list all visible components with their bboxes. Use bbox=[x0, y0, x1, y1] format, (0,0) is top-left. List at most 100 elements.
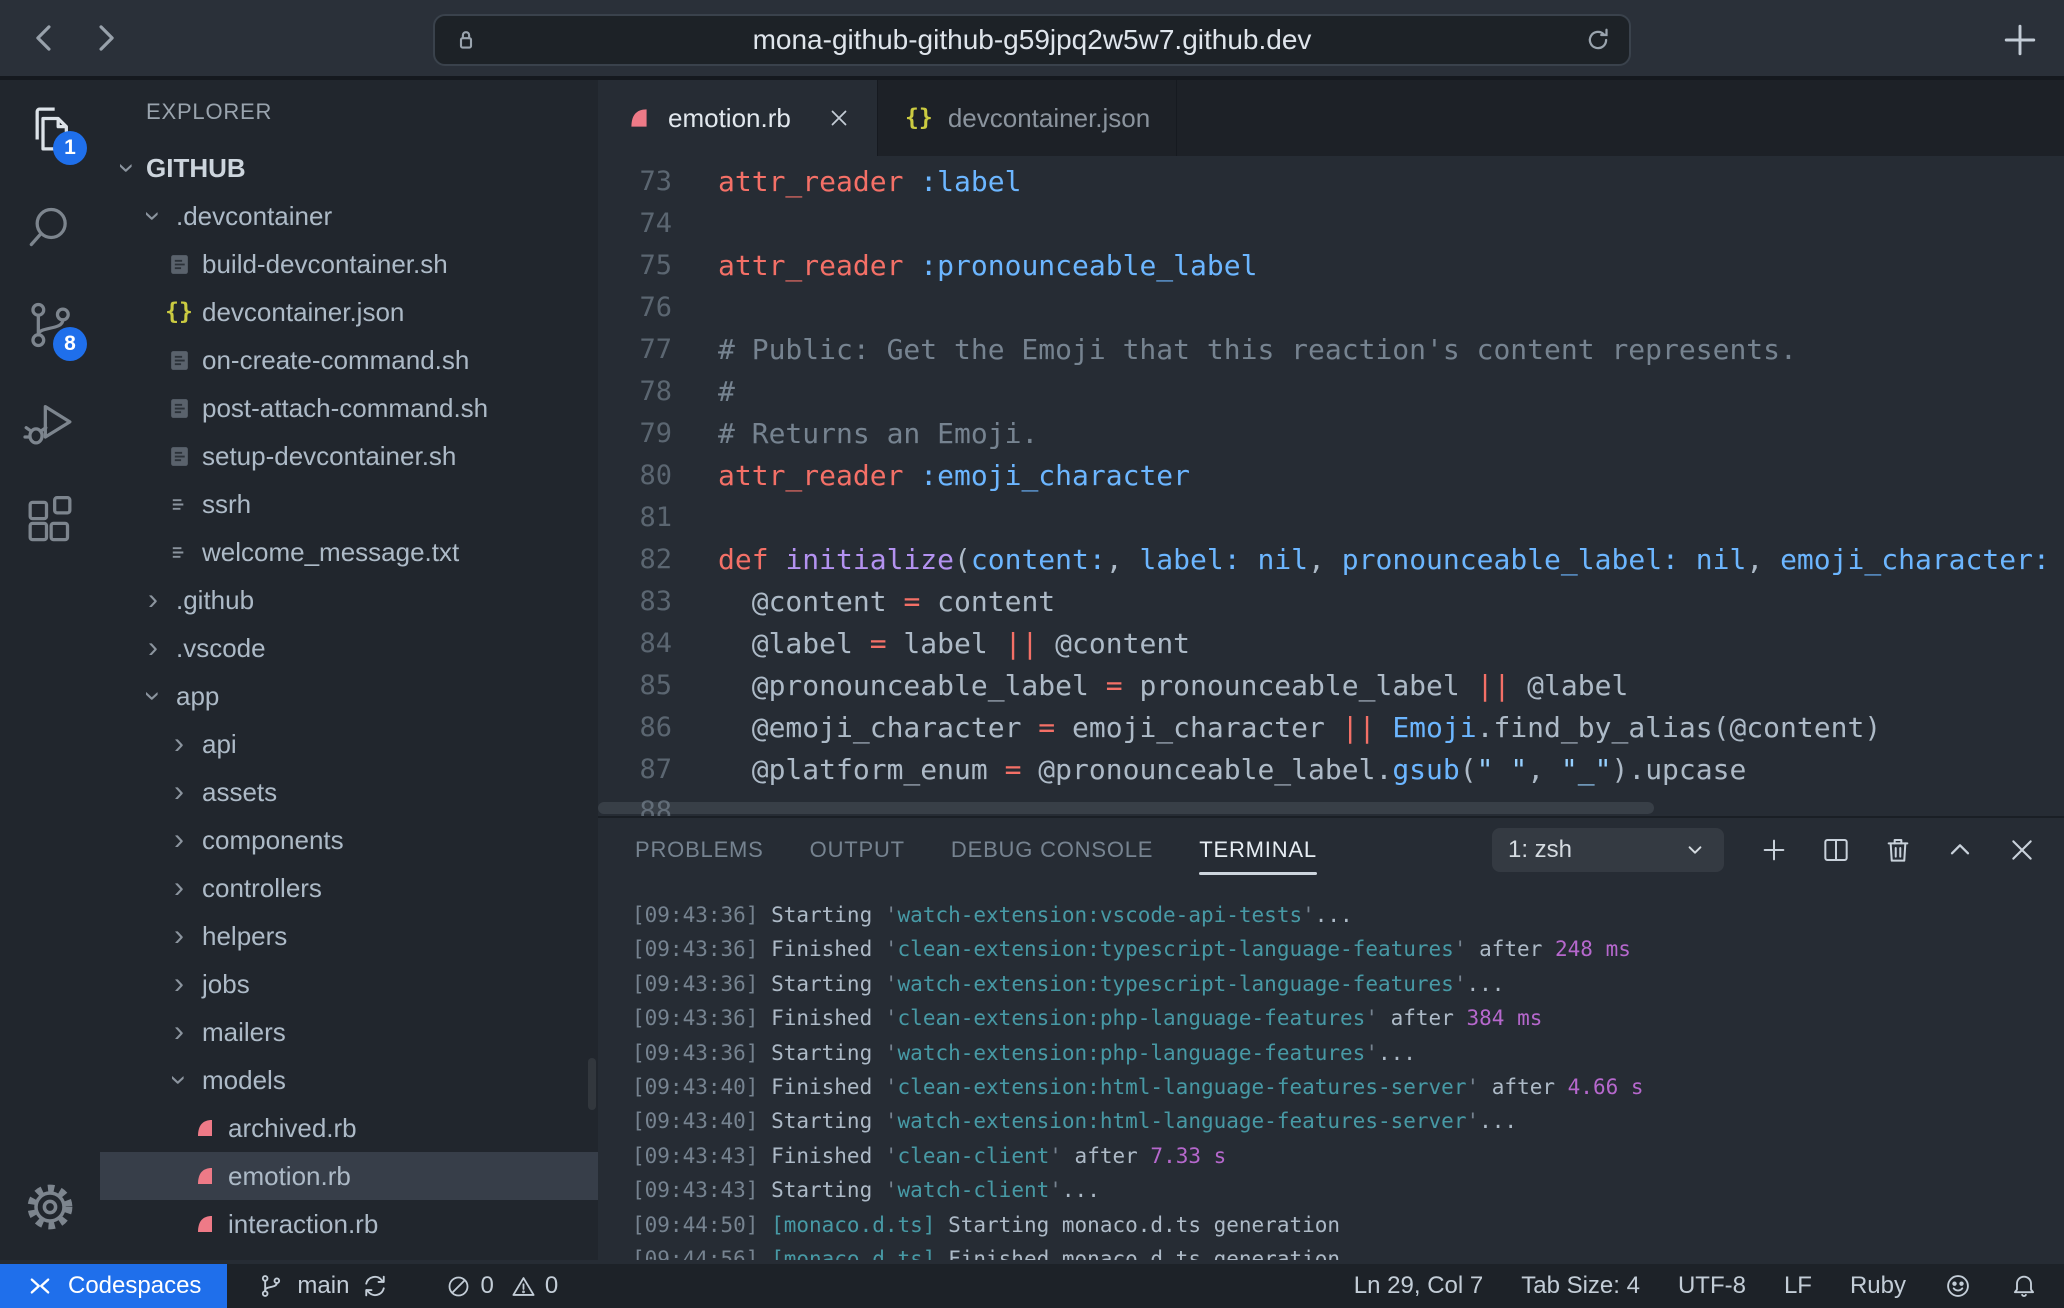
tree-item-mailers[interactable]: ›mailers bbox=[100, 1008, 598, 1056]
terminal-line-2: [09:43:36] Finished 'clean-extension:typ… bbox=[632, 932, 2064, 966]
cursor-position[interactable]: Ln 29, Col 7 bbox=[1354, 1272, 1483, 1300]
activity-explorer[interactable]: 1 bbox=[0, 80, 100, 178]
tree-item-assets[interactable]: ›assets bbox=[100, 768, 598, 816]
tree-item-label: .vscode bbox=[176, 633, 266, 664]
panel-tab-debug-console[interactable]: DEBUG CONSOLE bbox=[951, 818, 1153, 882]
tree-item-api[interactable]: ›api bbox=[100, 720, 598, 768]
code-line-81[interactable]: 81 bbox=[598, 496, 2064, 538]
code-line-80[interactable]: 80attr_reader :emoji_character bbox=[598, 454, 2064, 496]
tab-emotion-rb[interactable]: emotion.rb bbox=[598, 80, 878, 156]
line-number: 77 bbox=[598, 334, 672, 365]
gear-icon bbox=[22, 1179, 78, 1235]
status-bar: Codespaces main 0 0 Ln 29, Col 7 Tab Siz… bbox=[0, 1264, 2064, 1308]
code-line-84[interactable]: 84 @label = label || @content bbox=[598, 622, 2064, 664]
tree-item-label: emotion.rb bbox=[228, 1161, 351, 1192]
tree-item-helpers[interactable]: ›helpers bbox=[100, 912, 598, 960]
editor-area: emotion.rb {} devcontainer.json 73attr_r… bbox=[598, 80, 2064, 1260]
ruby-file-icon bbox=[190, 1113, 220, 1143]
code-line-85[interactable]: 85 @pronounceable_label = pronounceable_… bbox=[598, 664, 2064, 706]
code-editor[interactable]: 73attr_reader :label7475attr_reader :pro… bbox=[598, 156, 2064, 816]
chevron-right-icon bbox=[86, 19, 124, 57]
new-terminal-icon[interactable] bbox=[1758, 834, 1790, 866]
problems-indicator[interactable]: 0 0 bbox=[429, 1264, 574, 1308]
tree-item-on-create-command-sh[interactable]: on-create-command.sh bbox=[100, 336, 598, 384]
activity-run-debug[interactable] bbox=[0, 374, 100, 472]
url-bar[interactable]: mona-github-github-g59jpq2w5w7.github.de… bbox=[433, 14, 1631, 66]
panel-tab-terminal[interactable]: TERMINAL bbox=[1199, 818, 1317, 882]
activity-extensions[interactable] bbox=[0, 472, 100, 570]
chevron-down-icon: › bbox=[138, 201, 168, 231]
code-line-74[interactable]: 74 bbox=[598, 202, 2064, 244]
error-count: 0 bbox=[480, 1272, 493, 1300]
terminal-shell-select[interactable]: 1: zsh bbox=[1492, 828, 1724, 872]
activity-search[interactable] bbox=[0, 178, 100, 276]
shell-file-icon bbox=[164, 249, 194, 279]
terminal-line-7: [09:43:40] Starting 'watch-extension:htm… bbox=[632, 1104, 2064, 1138]
json-file-icon: {} bbox=[904, 103, 934, 133]
code-line-75[interactable]: 75attr_reader :pronounceable_label bbox=[598, 244, 2064, 286]
kill-terminal-icon[interactable] bbox=[1882, 834, 1914, 866]
tree-item--github[interactable]: ›.github bbox=[100, 576, 598, 624]
terminal-output[interactable]: [09:43:36] Starting 'watch-extension:vsc… bbox=[598, 882, 2064, 1260]
code-line-87[interactable]: 87 @platform_enum = @pronounceable_label… bbox=[598, 748, 2064, 790]
panel-tab-output[interactable]: OUTPUT bbox=[810, 818, 905, 882]
new-tab-button[interactable] bbox=[1998, 18, 2042, 62]
editor-horizontal-scrollbar[interactable] bbox=[598, 800, 2064, 816]
code-line-76[interactable]: 76 bbox=[598, 286, 2064, 328]
eol[interactable]: LF bbox=[1784, 1272, 1812, 1300]
activity-settings[interactable] bbox=[0, 1158, 100, 1256]
tree-item--vscode[interactable]: ›.vscode bbox=[100, 624, 598, 672]
branch-indicator[interactable]: main bbox=[241, 1264, 405, 1308]
codespaces-remote-button[interactable]: Codespaces bbox=[0, 1264, 227, 1308]
tree-item-devcontainer-json[interactable]: {}devcontainer.json bbox=[100, 288, 598, 336]
tree-item-app[interactable]: ›app bbox=[100, 672, 598, 720]
tree-item-archived-rb[interactable]: archived.rb bbox=[100, 1104, 598, 1152]
line-number: 86 bbox=[598, 712, 672, 743]
panel-tab-problems[interactable]: PROBLEMS bbox=[635, 818, 764, 882]
browser-forward-button[interactable] bbox=[82, 15, 128, 61]
code-line-79[interactable]: 79# Returns an Emoji. bbox=[598, 412, 2064, 454]
split-terminal-icon[interactable] bbox=[1820, 834, 1852, 866]
terminal-line-5: [09:43:36] Starting 'watch-extension:php… bbox=[632, 1036, 2064, 1070]
tree-item-models[interactable]: ›models bbox=[100, 1056, 598, 1104]
tree-item--devcontainer[interactable]: ›.devcontainer bbox=[100, 192, 598, 240]
tree-item-emotion-rb[interactable]: emotion.rb bbox=[100, 1152, 598, 1200]
chevron-down-icon: › bbox=[138, 681, 168, 711]
tab-devcontainer-json[interactable]: {} devcontainer.json bbox=[878, 80, 1177, 156]
browser-back-button[interactable] bbox=[22, 15, 68, 61]
tree-item-setup-devcontainer-sh[interactable]: setup-devcontainer.sh bbox=[100, 432, 598, 480]
code-line-78[interactable]: 78# bbox=[598, 370, 2064, 412]
feedback-smiley-icon[interactable] bbox=[1944, 1272, 1972, 1300]
reload-icon[interactable] bbox=[1583, 25, 1613, 55]
tree-item-github[interactable]: ›GITHUB bbox=[100, 144, 598, 192]
code-line-83[interactable]: 83 @content = content bbox=[598, 580, 2064, 622]
tree-item-welcome-message-txt[interactable]: welcome_message.txt bbox=[100, 528, 598, 576]
code-line-77[interactable]: 77# Public: Get the Emoji that this reac… bbox=[598, 328, 2064, 370]
tab-size[interactable]: Tab Size: 4 bbox=[1521, 1272, 1640, 1300]
code-line-86[interactable]: 86 @emoji_character = emoji_character ||… bbox=[598, 706, 2064, 748]
language-mode[interactable]: Ruby bbox=[1850, 1272, 1906, 1300]
activity-source-control[interactable]: 8 bbox=[0, 276, 100, 374]
tree-item-jobs[interactable]: ›jobs bbox=[100, 960, 598, 1008]
encoding[interactable]: UTF-8 bbox=[1678, 1272, 1746, 1300]
chevron-right-icon: › bbox=[164, 777, 194, 807]
ruby-file-icon bbox=[190, 1209, 220, 1239]
tree-item-interaction-rb[interactable]: interaction.rb bbox=[100, 1200, 598, 1248]
text-file-icon bbox=[164, 489, 194, 519]
tree-item-label: mailers bbox=[202, 1017, 286, 1048]
close-icon[interactable] bbox=[827, 106, 851, 130]
shell-file-icon bbox=[164, 345, 194, 375]
tree-item-components[interactable]: ›components bbox=[100, 816, 598, 864]
file-tree: ›GITHUB›.devcontainerbuild-devcontainer.… bbox=[100, 144, 598, 1248]
tree-item-post-attach-command-sh[interactable]: post-attach-command.sh bbox=[100, 384, 598, 432]
tree-item-ssrh[interactable]: ssrh bbox=[100, 480, 598, 528]
code-line-73[interactable]: 73attr_reader :label bbox=[598, 160, 2064, 202]
tree-item-controllers[interactable]: ›controllers bbox=[100, 864, 598, 912]
terminal-line-1: [09:43:36] Starting 'watch-extension:vsc… bbox=[632, 898, 2064, 932]
tree-item-build-devcontainer-sh[interactable]: build-devcontainer.sh bbox=[100, 240, 598, 288]
maximize-panel-icon[interactable] bbox=[1944, 834, 1976, 866]
code-line-82[interactable]: 82def initialize(content:, label: nil, p… bbox=[598, 538, 2064, 580]
sidebar-scrollbar[interactable] bbox=[588, 1058, 596, 1110]
notifications-bell-icon[interactable] bbox=[2010, 1272, 2038, 1300]
close-panel-icon[interactable] bbox=[2006, 834, 2038, 866]
